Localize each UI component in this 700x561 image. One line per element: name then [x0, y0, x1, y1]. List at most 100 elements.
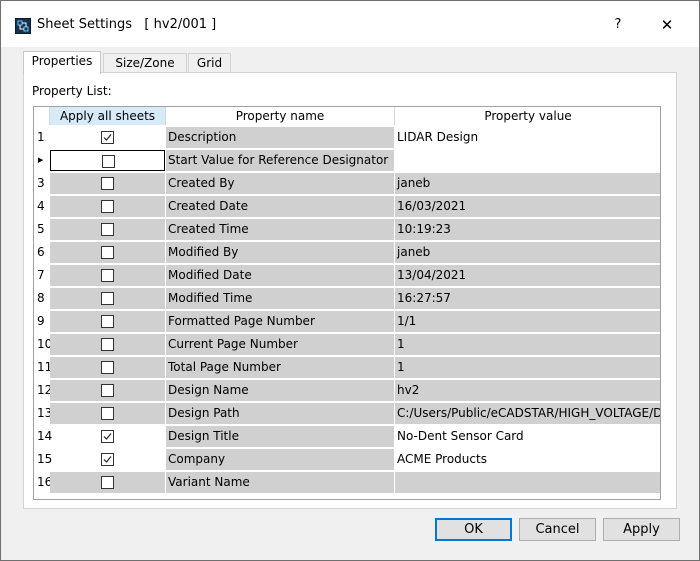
property-grid: Apply all sheets Property name Property …	[33, 106, 661, 500]
apply-all-sheets-checkbox[interactable]	[101, 407, 114, 420]
table-row[interactable]: 6 Modified By janeb	[34, 241, 660, 264]
title-bar[interactable]: Sheet Settings [ hv2/001 ] ? ✕	[1, 1, 699, 47]
row-number[interactable]: 10	[34, 333, 52, 356]
table-row[interactable]: 8 Modified Time 16:27:57	[34, 287, 660, 310]
property-value-cell[interactable]: 10:19:23	[395, 219, 660, 240]
table-row[interactable]: 9 Formatted Page Number 1/1	[34, 310, 660, 333]
table-row[interactable]: 14 Design Title No-Dent Sensor Card	[34, 425, 660, 448]
apply-all-sheets-checkbox[interactable]	[101, 269, 114, 282]
table-row[interactable]: 10 Current Page Number 1	[34, 333, 660, 356]
apply-all-sheets-checkbox[interactable]	[101, 246, 114, 259]
row-number[interactable]: 11	[34, 356, 52, 379]
help-button[interactable]: ?	[608, 14, 628, 36]
property-value-cell[interactable]: 1/1	[395, 311, 660, 332]
row-number[interactable]: 8	[34, 287, 50, 310]
property-value-cell[interactable]: 16:27:57	[395, 288, 660, 309]
row-number[interactable]: 5	[34, 218, 50, 241]
property-value-cell[interactable]: C:/Users/Public/eCADSTAR/HIGH_VOLTAGE/D.…	[395, 403, 660, 424]
apply-all-sheets-checkbox[interactable]	[101, 200, 114, 213]
apply-all-sheets-checkbox[interactable]	[101, 361, 114, 374]
property-value-cell[interactable]	[395, 472, 660, 493]
property-value-cell[interactable]: 1	[395, 357, 660, 378]
table-row[interactable]: 11 Total Page Number 1	[34, 356, 660, 379]
checkmark-icon	[103, 433, 112, 440]
tab-size-zone[interactable]: Size/Zone	[103, 53, 187, 73]
row-number[interactable]: 7	[34, 264, 50, 287]
table-row[interactable]: 15 Company ACME Products	[34, 448, 660, 471]
table-row[interactable]: 1 Description LIDAR Design	[34, 126, 660, 149]
apply-all-sheets-cell[interactable]	[50, 357, 165, 378]
apply-all-sheets-cell[interactable]	[50, 449, 165, 470]
property-value-cell[interactable]: janeb	[395, 173, 660, 194]
property-value-cell[interactable]: 13/04/2021	[395, 265, 660, 286]
property-name-cell: Created Time	[166, 219, 394, 240]
row-number[interactable]: 3	[34, 172, 50, 195]
property-value-cell[interactable]: No-Dent Sensor Card	[395, 426, 660, 447]
table-row[interactable]: 4 Created Date 16/03/2021	[34, 195, 660, 218]
apply-all-sheets-cell[interactable]	[50, 242, 165, 263]
row-number[interactable]: 12	[34, 379, 52, 402]
tab-grid[interactable]: Grid	[188, 53, 231, 73]
apply-all-sheets-checkbox[interactable]	[101, 384, 114, 397]
apply-all-sheets-checkbox[interactable]	[102, 155, 115, 168]
apply-all-sheets-cell[interactable]	[50, 403, 165, 424]
apply-all-sheets-cell[interactable]	[50, 334, 165, 355]
column-header-property-value[interactable]: Property value	[395, 107, 660, 125]
row-number[interactable]: 15	[34, 448, 52, 471]
cancel-button[interactable]: Cancel	[519, 518, 596, 541]
table-row[interactable]: ▶ Start Value for Reference Designator	[34, 149, 660, 172]
property-name-cell: Total Page Number	[166, 357, 394, 378]
apply-all-sheets-checkbox[interactable]	[101, 453, 114, 466]
row-number[interactable]: 4	[34, 195, 50, 218]
apply-all-sheets-checkbox[interactable]	[101, 338, 114, 351]
apply-all-sheets-cell[interactable]	[50, 173, 165, 194]
table-row[interactable]: 5 Created Time 10:19:23	[34, 218, 660, 241]
table-row[interactable]: 7 Modified Date 13/04/2021	[34, 264, 660, 287]
apply-button[interactable]: Apply	[603, 518, 680, 541]
property-name-cell: Design Path	[166, 403, 394, 424]
property-value-cell[interactable]	[395, 150, 660, 171]
apply-all-sheets-cell[interactable]	[50, 150, 165, 171]
tab-properties[interactable]: Properties	[23, 51, 101, 74]
apply-all-sheets-cell[interactable]	[50, 288, 165, 309]
property-value-cell[interactable]: LIDAR Design	[395, 127, 660, 148]
apply-all-sheets-checkbox[interactable]	[101, 223, 114, 236]
current-row-indicator-icon[interactable]: ▶	[34, 149, 50, 172]
row-number[interactable]: 9	[34, 310, 50, 333]
apply-all-sheets-checkbox[interactable]	[101, 292, 114, 305]
apply-all-sheets-cell[interactable]	[50, 219, 165, 240]
apply-all-sheets-cell[interactable]	[50, 265, 165, 286]
property-value-cell[interactable]: 1	[395, 334, 660, 355]
close-button[interactable]: ✕	[655, 14, 679, 36]
apply-all-sheets-checkbox[interactable]	[101, 476, 114, 489]
apply-all-sheets-cell[interactable]	[50, 311, 165, 332]
apply-all-sheets-checkbox[interactable]	[101, 131, 114, 144]
ok-button[interactable]: OK	[435, 518, 512, 541]
table-row[interactable]: 12 Design Name hv2	[34, 379, 660, 402]
row-number[interactable]: 16	[34, 471, 52, 494]
apply-all-sheets-cell[interactable]	[50, 196, 165, 217]
row-number[interactable]: 13	[34, 402, 52, 425]
property-value-cell[interactable]: janeb	[395, 242, 660, 263]
row-number[interactable]: 6	[34, 241, 50, 264]
apply-all-sheets-checkbox[interactable]	[101, 177, 114, 190]
property-value-cell[interactable]: hv2	[395, 380, 660, 401]
table-row[interactable]: 3 Created By janeb	[34, 172, 660, 195]
apply-all-sheets-checkbox[interactable]	[101, 430, 114, 443]
row-header-corner	[34, 107, 50, 125]
apply-all-sheets-cell[interactable]	[50, 127, 165, 148]
property-name-cell: Design Title	[166, 426, 394, 447]
table-row[interactable]: 13 Design Path C:/Users/Public/eCADSTAR/HI…	[34, 402, 660, 425]
row-number[interactable]: 14	[34, 425, 52, 448]
property-name-cell: Start Value for Reference Designator	[166, 150, 394, 171]
apply-all-sheets-checkbox[interactable]	[101, 315, 114, 328]
apply-all-sheets-cell[interactable]	[50, 380, 165, 401]
row-number[interactable]: 1	[34, 126, 50, 149]
apply-all-sheets-cell[interactable]	[50, 472, 165, 493]
property-value-cell[interactable]: 16/03/2021	[395, 196, 660, 217]
column-header-apply[interactable]: Apply all sheets	[50, 107, 166, 125]
property-value-cell[interactable]: ACME Products	[395, 449, 660, 470]
table-row[interactable]: 16 Variant Name	[34, 471, 660, 494]
column-header-property-name[interactable]: Property name	[166, 107, 395, 125]
apply-all-sheets-cell[interactable]	[50, 426, 165, 447]
